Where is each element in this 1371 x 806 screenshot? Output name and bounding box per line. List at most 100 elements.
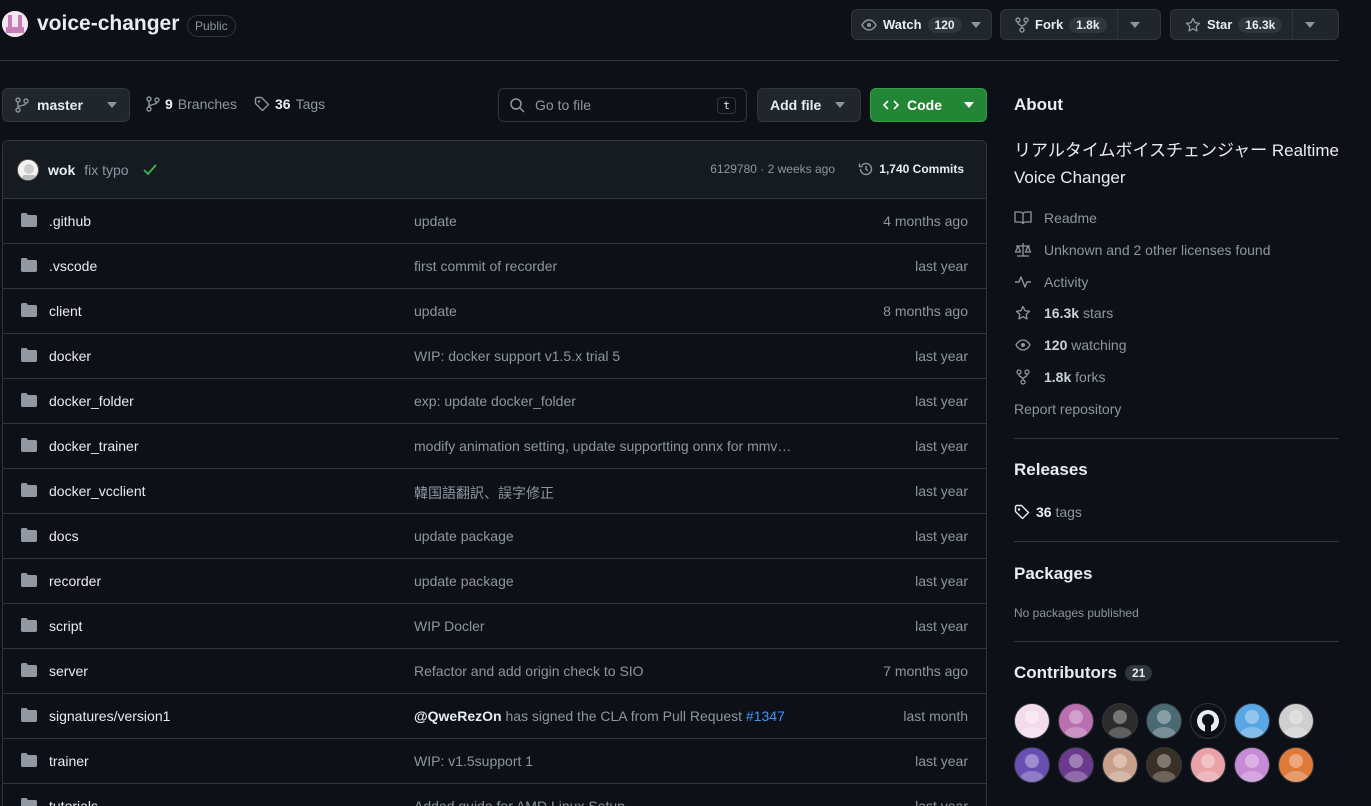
watch-button[interactable]: Watch 120: [852, 10, 971, 39]
commit-author[interactable]: wok: [48, 162, 75, 178]
commit-message-text[interactable]: update: [414, 213, 457, 229]
code-button[interactable]: Code: [870, 88, 987, 122]
commit-message-text[interactable]: modify animation setting, update support…: [414, 438, 791, 454]
forks-count: 1.8k: [1044, 369, 1072, 385]
file-commit-message: WIP: docker support v1.5.x trial 5: [414, 348, 620, 364]
folder-icon: [21, 303, 37, 317]
visibility-badge: Public: [187, 15, 236, 37]
file-name-link[interactable]: script: [49, 618, 82, 634]
file-row[interactable]: client update 8 months ago: [3, 289, 986, 334]
contributors-heading-group[interactable]: Contributors 21: [1014, 663, 1153, 683]
branches-link[interactable]: 9 Branches: [146, 96, 237, 112]
commit-message-text[interactable]: WIP: docker support v1.5.x trial 5: [414, 348, 620, 364]
star-button[interactable]: Star 16.3k: [1171, 10, 1292, 39]
file-name-link[interactable]: recorder: [49, 573, 101, 589]
repo-owner-avatar[interactable]: [2, 11, 28, 37]
contributor-avatar[interactable]: [1278, 747, 1314, 783]
report-repository-link[interactable]: Report repository: [1014, 401, 1121, 417]
commits-history-link[interactable]: 1,740 Commits: [858, 161, 964, 177]
folder-icon: [21, 753, 37, 767]
file-row[interactable]: docs update package last year: [3, 514, 986, 559]
pull-request-link[interactable]: #1347: [746, 708, 785, 724]
contributor-avatar[interactable]: [1190, 747, 1226, 783]
file-row[interactable]: tutorials Added guide for AMD Linux Setup…: [3, 784, 986, 806]
file-row[interactable]: server Refactor and add origin check to S…: [3, 649, 986, 694]
commit-author-avatar[interactable]: [17, 158, 39, 181]
file-name-link[interactable]: trainer: [49, 753, 89, 769]
commit-message-text[interactable]: Refactor and add origin check to SIO: [414, 663, 644, 679]
commit-meta[interactable]: 6129780 · 2 weeks ago: [710, 162, 835, 176]
commit-message-text[interactable]: update package: [414, 573, 514, 589]
contributor-avatar[interactable]: [1146, 747, 1182, 783]
fork-dropdown[interactable]: [1118, 10, 1152, 39]
commit-user-mention[interactable]: @QweRezOn: [414, 708, 502, 724]
repo-name-link[interactable]: voice-changer: [37, 12, 179, 36]
file-row[interactable]: script WIP Docler last year: [3, 604, 986, 649]
file-name-link[interactable]: docker_trainer: [49, 438, 139, 454]
file-name-link[interactable]: .github: [49, 213, 91, 229]
contributors-heading: Contributors: [1014, 663, 1117, 682]
file-row[interactable]: recorder update package last year: [3, 559, 986, 604]
file-name-link[interactable]: .vscode: [49, 258, 97, 274]
caret-down-icon: [1305, 21, 1316, 28]
packages-heading[interactable]: Packages: [1014, 564, 1092, 584]
fork-button[interactable]: Fork 1.8k: [1001, 10, 1117, 39]
contributor-avatar[interactable]: [1190, 703, 1226, 739]
file-name-link[interactable]: signatures/version1: [49, 708, 170, 724]
file-name-link[interactable]: client: [49, 303, 82, 319]
file-row[interactable]: docker_trainer modify animation setting, …: [3, 424, 986, 469]
file-name-link[interactable]: tutorials: [49, 798, 98, 806]
commit-message-text[interactable]: WIP: v1.5support 1: [414, 753, 533, 769]
contributor-avatar[interactable]: [1234, 703, 1270, 739]
release-tags-label: tags: [1055, 504, 1082, 520]
file-row[interactable]: .github update 4 months ago: [3, 199, 986, 244]
file-name-link[interactable]: docs: [49, 528, 79, 544]
contributor-avatar[interactable]: [1146, 703, 1182, 739]
commit-message-text[interactable]: exp: update docker_folder: [414, 393, 576, 409]
contributor-avatar[interactable]: [1058, 703, 1094, 739]
file-row[interactable]: docker WIP: docker support v1.5.x trial 5…: [3, 334, 986, 379]
commit-message-text[interactable]: WIP Docler: [414, 618, 485, 634]
code-label: Code: [907, 97, 942, 113]
check-icon[interactable]: [142, 163, 157, 176]
contributor-avatar[interactable]: [1234, 747, 1270, 783]
file-name-link[interactable]: server: [49, 663, 88, 679]
file-row[interactable]: .vscode first commit of recorder last year: [3, 244, 986, 289]
license-link[interactable]: Unknown and 2 other licenses found: [1014, 242, 1270, 258]
file-name-link[interactable]: docker_vcclient: [49, 483, 146, 499]
commit-message-text[interactable]: update: [414, 303, 457, 319]
contributor-avatar[interactable]: [1014, 747, 1050, 783]
branch-name: master: [37, 97, 83, 113]
commit-message-text[interactable]: update package: [414, 528, 514, 544]
forks-link[interactable]: 1.8k forks: [1014, 369, 1105, 385]
contributor-avatar[interactable]: [1014, 703, 1050, 739]
file-row[interactable]: docker_folder exp: update docker_folder la…: [3, 379, 986, 424]
commit-message-text[interactable]: 韓国語翻訳、誤字修正: [414, 485, 554, 501]
go-to-file-input[interactable]: Go to file t: [498, 88, 747, 122]
file-name-link[interactable]: docker: [49, 348, 91, 364]
file-row[interactable]: trainer WIP: v1.5support 1 last year: [3, 739, 986, 784]
file-name-link[interactable]: docker_folder: [49, 393, 134, 409]
watch-dropdown[interactable]: [970, 10, 989, 39]
readme-link[interactable]: Readme: [1014, 210, 1097, 226]
commit-message-text[interactable]: Added guide for AMD Linux Setup: [414, 798, 625, 806]
release-tags-link[interactable]: 36 tags: [1014, 504, 1082, 520]
file-row[interactable]: signatures/version1 @QweRezOn has signed …: [3, 694, 986, 739]
releases-heading[interactable]: Releases: [1014, 460, 1088, 480]
contributor-avatar[interactable]: [1102, 747, 1138, 783]
file-row[interactable]: docker_vcclient 韓国語翻訳、誤字修正 last year: [3, 469, 986, 514]
add-file-button[interactable]: Add file: [757, 88, 861, 122]
commit-message-text[interactable]: first commit of recorder: [414, 258, 557, 274]
contributor-avatar[interactable]: [1058, 747, 1094, 783]
contributor-avatar[interactable]: [1278, 703, 1314, 739]
watching-link[interactable]: 120 watching: [1014, 337, 1127, 353]
readme-label: Readme: [1044, 210, 1097, 226]
star-dropdown[interactable]: [1293, 10, 1327, 39]
tags-link[interactable]: 36 Tags: [254, 96, 325, 112]
branch-selector[interactable]: master: [2, 88, 130, 122]
activity-link[interactable]: Activity: [1014, 274, 1088, 290]
contributor-avatar[interactable]: [1102, 703, 1138, 739]
stars-link[interactable]: 16.3k stars: [1014, 305, 1113, 321]
commit-message-text[interactable]: has signed the CLA from Pull Request: [502, 708, 746, 724]
commit-message[interactable]: fix typo: [84, 162, 128, 178]
